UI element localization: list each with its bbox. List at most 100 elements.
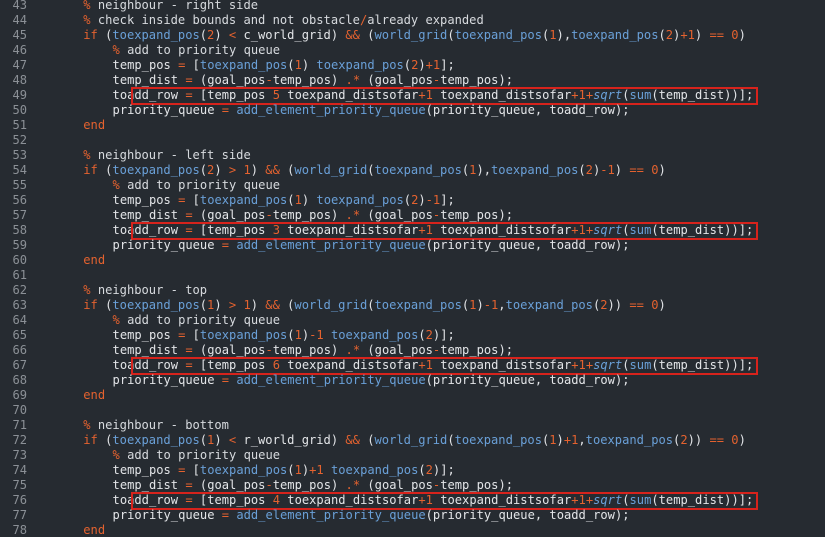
code-line[interactable]: 59 priority_queue = add_element_priority_… [0, 238, 825, 253]
code-token-pun: ) [694, 28, 710, 42]
code-line[interactable]: 60 end [0, 253, 825, 268]
code-line[interactable]: 77 priority_queue = add_element_priority_… [0, 508, 825, 523]
code-token-num: 1 [294, 193, 302, 207]
code-token-pun: )) [607, 298, 630, 312]
code-token-pun: (goal_pos [360, 478, 433, 492]
code-line[interactable]: 51 end [0, 118, 825, 133]
code-token-fn: sum [629, 223, 652, 237]
code-line[interactable]: 49 toadd_row = [temp_pos 5 toexpand_dists… [0, 88, 825, 103]
code-token-pun: ( [622, 493, 630, 507]
code-text: % neighbour - top [83, 283, 207, 298]
code-text: temp_dist = (goal_pos-temp_pos) .* (goal… [113, 478, 513, 493]
code-text: % add to priority queue [113, 448, 280, 463]
code-text: % add to priority queue [113, 178, 280, 193]
line-number: 51 [12, 118, 27, 132]
code-line[interactable]: 75 temp_dist = (goal_pos-temp_pos) .* (go… [0, 478, 825, 493]
code-line[interactable]: 65 temp_pos = [toexpand_pos(1)-1 toexpand… [0, 328, 825, 343]
code-line[interactable]: 68 priority_queue = add_element_priority_… [0, 373, 825, 388]
code-line[interactable]: 55 % add to priority queue [0, 178, 825, 193]
code-line[interactable]: 71% neighbour - bottom [0, 418, 825, 433]
code-line[interactable]: 61 [0, 268, 825, 283]
code-line[interactable]: 73 % add to priority queue [0, 448, 825, 463]
code-token-pun: )]; [432, 463, 455, 477]
line-number: 70 [12, 403, 27, 417]
line-number: 73 [12, 448, 27, 462]
code-token-num: 3 [272, 223, 281, 237]
line-number: 65 [12, 328, 27, 342]
code-line[interactable]: 74 temp_pos = [toexpand_pos(1)+1 toexpand… [0, 463, 825, 478]
code-token-fn: toexpand_pos [316, 58, 404, 72]
code-token-var: temp_dist [112, 343, 186, 357]
code-line[interactable]: 50 priority_queue = add_element_priority_… [0, 103, 825, 118]
code-token-var: temp_pos [112, 58, 179, 72]
code-token-fn: toexpand_pos [505, 298, 593, 312]
code-token-num: 1 [294, 58, 302, 72]
line-number: 75 [12, 478, 27, 492]
code-token-fn: toexpand_pos [330, 328, 419, 342]
code-token-cmt: check inside bounds and not obstacle [97, 13, 360, 27]
code-text: if (toexpand_pos(2) > 1) && (world_grid(… [83, 163, 666, 178]
code-line[interactable]: 48 temp_dist = (goal_pos-temp_pos) .* (go… [0, 73, 825, 88]
code-line[interactable]: 52 [0, 133, 825, 148]
code-token-fni: sqrt [593, 88, 623, 102]
code-token-pun: (temp_dist))]; [651, 493, 754, 507]
code-token-num: 5 [272, 88, 281, 102]
code-token-pun: ) [738, 28, 746, 42]
code-line[interactable]: 58 toadd_row = [temp_pos 3 toexpand_dists… [0, 223, 825, 238]
line-number: 63 [12, 298, 27, 312]
code-token-var: temp_dist [112, 478, 186, 492]
code-text: toadd_row = [temp_pos 5 toexpand_distsof… [113, 88, 754, 103]
code-token-num: 1 [578, 223, 586, 237]
code-token-var: toadd_row [112, 88, 186, 102]
code-line[interactable]: 57 temp_dist = (goal_pos-temp_pos) .* (go… [0, 208, 825, 223]
line-number: 68 [12, 373, 27, 387]
code-token-op: = [221, 103, 230, 117]
code-token-pun: temp_pos); [440, 478, 514, 492]
code-text: temp_pos = [toexpand_pos(1) toexpand_pos… [113, 193, 455, 208]
line-number: 74 [12, 463, 27, 477]
code-line[interactable]: 47 temp_pos = [toexpand_pos(1) toexpand_p… [0, 58, 825, 73]
code-line[interactable]: 69 end [0, 388, 825, 403]
code-line[interactable]: 53% neighbour - left side [0, 148, 825, 163]
line-number: 62 [12, 283, 27, 297]
code-line[interactable]: 72 if (toexpand_pos(1) < r_world_grid) &&… [0, 433, 825, 448]
code-line[interactable]: 44% check inside bounds and not obstacle… [0, 13, 825, 28]
code-token-fn: world_grid [294, 298, 368, 312]
code-line[interactable]: 62 % neighbour - top [0, 283, 825, 298]
code-token-var: priority_queue [112, 508, 222, 522]
code-line[interactable]: 63 if (toexpand_pos(1) > 1) && (world_gri… [0, 298, 825, 313]
code-editor[interactable]: 43% neighbour - right side 44% check insi… [0, 0, 825, 537]
code-token-pun: temp_pos) [272, 73, 346, 87]
code-text: temp_pos = [toexpand_pos(1)+1 toexpand_p… [113, 463, 455, 478]
code-token-pun: [ [185, 328, 200, 342]
code-line[interactable]: 45 if (toexpand_pos(2) < c_world_grid) &&… [0, 28, 825, 43]
code-text: % neighbour - bottom [83, 418, 229, 433]
code-token-pun: toexpand_distsofar [432, 88, 572, 102]
code-token-cmt: already expanded [367, 13, 484, 27]
code-line[interactable]: 66 temp_dist = (goal_pos-temp_pos) .* (go… [0, 343, 825, 358]
code-line[interactable]: 78 end [0, 523, 825, 537]
code-line[interactable]: 46% add to priority queue [0, 43, 825, 58]
line-number: 55 [12, 178, 27, 192]
code-line[interactable]: 54 if (toexpand_pos(2) > 1) && (world_gri… [0, 163, 825, 178]
code-token-pun: [ [185, 463, 200, 477]
code-token-op: - [265, 73, 273, 87]
code-token-pun: temp_pos) [272, 343, 346, 357]
code-token-pct: % [83, 148, 98, 162]
code-line[interactable]: 56 temp_pos = [toexpand_pos(1) toexpand_p… [0, 193, 825, 208]
code-token-kw: if [83, 298, 106, 312]
code-token-pct: % [83, 283, 98, 297]
code-token-var: temp_pos [112, 193, 179, 207]
code-line[interactable]: 67 toadd_row = [temp_pos 6 toexpand_dists… [0, 358, 825, 373]
code-token-var: priority_queue [112, 103, 222, 117]
code-token-op: + [418, 358, 426, 372]
code-line[interactable]: 76 toadd_row = [temp_pos 4 toexpand_dists… [0, 493, 825, 508]
code-text: toadd_row = [temp_pos 6 toexpand_distsof… [113, 358, 754, 373]
code-line[interactable]: 70 [0, 403, 825, 418]
code-token-pun: ( [622, 223, 630, 237]
code-token-num: 4 [272, 493, 281, 507]
code-line[interactable]: 64% add to priority queue [0, 313, 825, 328]
code-line[interactable]: 43% neighbour - right side [0, 0, 825, 13]
code-token-kw: if [83, 28, 106, 42]
code-text: temp_dist = (goal_pos-temp_pos) .* (goal… [113, 343, 513, 358]
